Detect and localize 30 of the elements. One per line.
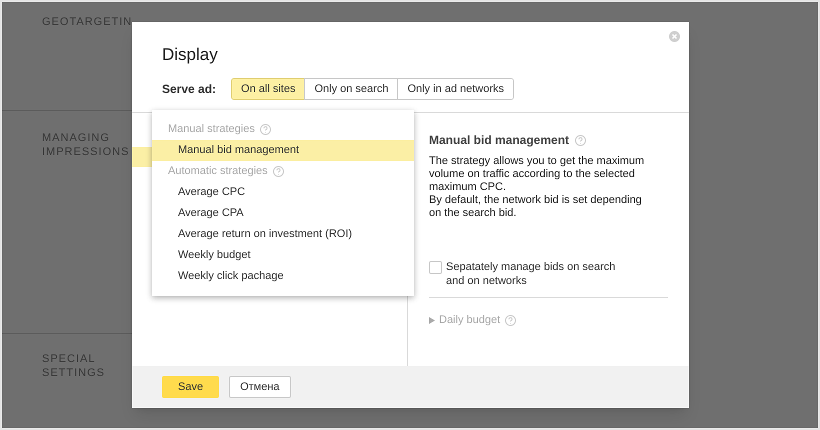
serve-ad-option[interactable]: Only in ad networks xyxy=(397,78,514,100)
section-heading: MANAGING IMPRESSIONS xyxy=(42,131,130,159)
strategy-option[interactable]: Manual bid management xyxy=(152,140,414,161)
group-heading: Manual strategies xyxy=(168,122,255,138)
expand-triangle-icon[interactable] xyxy=(429,316,435,324)
serve-ad-label: Serve ad: xyxy=(162,81,216,98)
strategy-option[interactable]: Average return on investment (ROI) xyxy=(152,224,414,245)
serve-ad-option[interactable]: On all sites xyxy=(231,78,306,100)
strategy-option[interactable]: Weekly click pachage xyxy=(152,266,414,287)
strategy-option[interactable]: Average CPA xyxy=(152,203,414,224)
checkbox-label[interactable]: Sepatately manage bids on search and on networks xyxy=(446,260,631,288)
description-text: By default, the network bid is set depending on the search bid. xyxy=(429,194,643,220)
help-icon[interactable] xyxy=(272,166,284,177)
help-icon[interactable] xyxy=(575,134,586,146)
strategy-select[interactable] xyxy=(132,147,152,167)
group-heading: Automatic strategies xyxy=(168,164,268,180)
dialog-title: Display xyxy=(162,44,219,66)
save-button[interactable]: Save xyxy=(162,376,220,398)
strategy-option[interactable]: Average CPC xyxy=(152,182,414,203)
description-text: The strategy allows you to get the maximum volume on traffic according to the selected maximum CPC. xyxy=(429,155,646,194)
close-icon[interactable] xyxy=(669,31,680,42)
help-icon[interactable] xyxy=(505,314,516,326)
cancel-button[interactable]: Отмена xyxy=(229,376,291,398)
section-heading: SPECIAL SETTINGS xyxy=(42,352,106,380)
help-icon[interactable] xyxy=(260,124,271,135)
strategy-option[interactable]: Weekly budget xyxy=(152,245,414,266)
checkbox[interactable] xyxy=(429,261,442,274)
serve-ad-option[interactable]: Only on search xyxy=(304,78,398,100)
strategy-title: Manual bid management xyxy=(429,132,570,149)
section-heading: GEOTARGETIN xyxy=(42,15,132,29)
